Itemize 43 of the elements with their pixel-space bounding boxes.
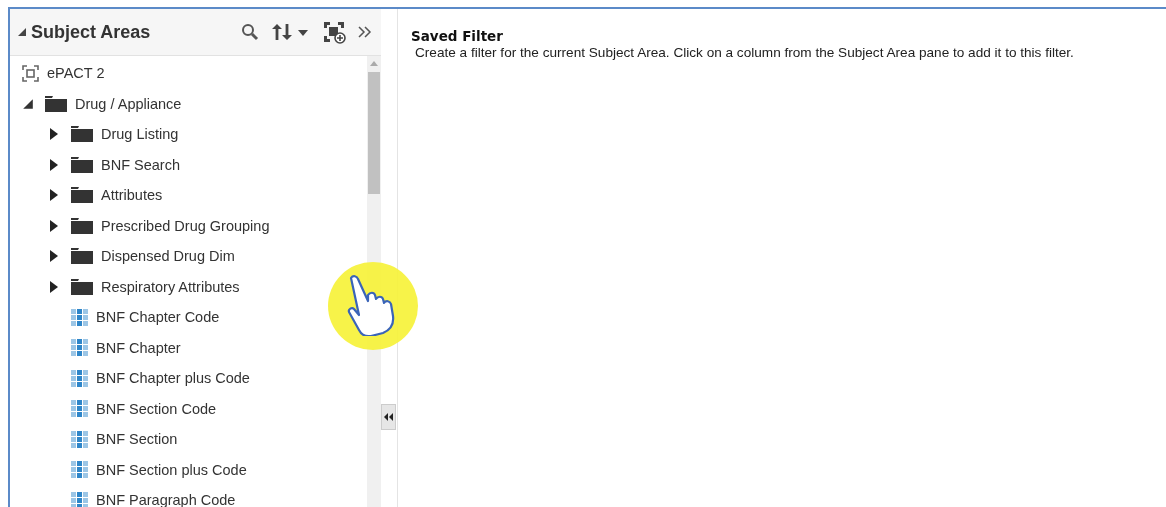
folder-icon (71, 126, 93, 143)
expand-triangle-icon[interactable] (48, 189, 60, 202)
tree-item[interactable]: BNF Section Code (96, 400, 217, 417)
tree-item[interactable]: Respiratory Attributes (101, 278, 240, 295)
scrollbar-thumb[interactable] (368, 72, 380, 194)
column-icon (71, 308, 88, 326)
tree-item[interactable]: Dispensed Drug Dim (101, 248, 235, 265)
column-icon (71, 369, 88, 387)
section-title: Saved Filter (411, 28, 504, 44)
folder-icon (71, 156, 93, 173)
panel-title: Subject Areas (31, 21, 151, 43)
folder-icon (71, 248, 93, 265)
expand-triangle-icon[interactable] (48, 158, 60, 171)
tree-item[interactable]: Drug Listing (101, 126, 179, 143)
tree-item[interactable]: BNF Section (96, 431, 178, 448)
tree-item[interactable]: Drug / Appliance (75, 95, 182, 112)
tree-item[interactable]: BNF Search (101, 156, 180, 173)
double-left-arrow-icon (383, 413, 394, 421)
folder-icon (45, 95, 67, 112)
column-icon (71, 400, 88, 418)
expand-triangle-icon[interactable] (48, 280, 60, 293)
column-icon (71, 491, 88, 507)
collapse-triangle-icon[interactable] (18, 27, 27, 37)
description-text: Create a filter for the current Subject Area. Click on a column from the Subject Area pane to add it to this filter. (415, 45, 1075, 60)
subject-area-icon (22, 64, 39, 82)
folder-icon (71, 217, 93, 234)
folder-icon (71, 278, 93, 295)
expand-triangle-icon[interactable] (48, 128, 60, 141)
column-icon (71, 461, 88, 479)
tree-item[interactable]: BNF Chapter plus Code (96, 370, 250, 387)
collapse-triangle-icon[interactable] (22, 97, 34, 110)
column-icon (71, 430, 88, 448)
tree-item[interactable]: BNF Chapter Code (96, 309, 220, 326)
tree-item[interactable]: BNF Section plus Code (96, 461, 247, 478)
expand-triangle-icon[interactable] (48, 250, 60, 263)
expand-triangle-icon[interactable] (48, 219, 60, 232)
collapse-pane-button[interactable] (381, 404, 396, 430)
tree-item[interactable]: Attributes (101, 187, 163, 204)
tree-item[interactable]: ePACT 2 (47, 65, 105, 82)
column-icon (71, 339, 88, 357)
tree-item[interactable]: BNF Chapter (96, 339, 181, 356)
tree-item[interactable]: Prescribed Drug Grouping (101, 217, 270, 234)
folder-icon (71, 187, 93, 204)
